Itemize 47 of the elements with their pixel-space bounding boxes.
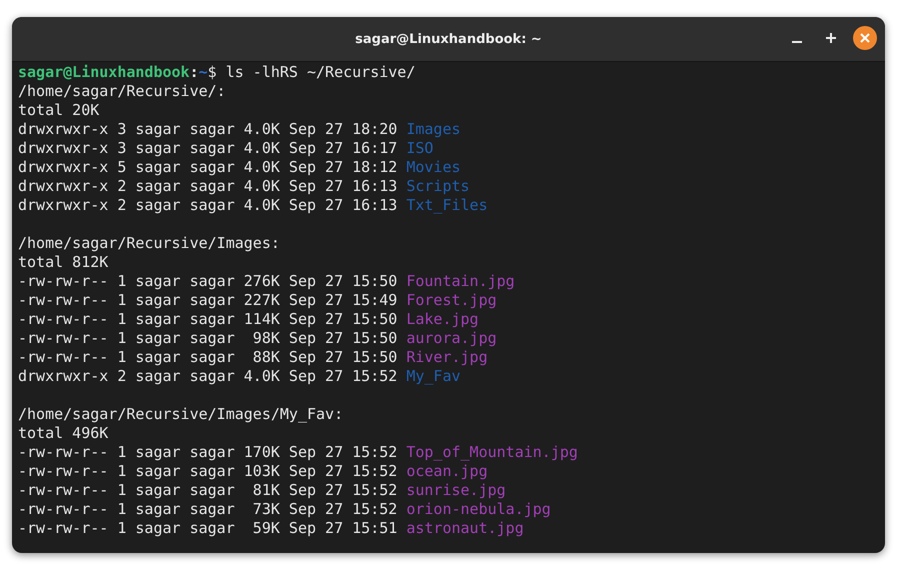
output-line: total 20K [18, 101, 100, 119]
plus-icon [826, 33, 836, 43]
output-line: /home/sagar/Recursive/Images/My_Fav: [18, 405, 344, 423]
file-name: Forest.jpg [406, 291, 497, 309]
file-details: drwxrwxr-x 3 sagar sagar 4.0K Sep 27 18:20 [18, 120, 398, 138]
directory-name: Images [406, 120, 461, 138]
directory-name: Scripts [406, 177, 470, 195]
file-details: -rw-rw-r-- 1 sagar sagar 227K Sep 27 15:49 [18, 291, 398, 309]
file-details: drwxrwxr-x 5 sagar sagar 4.0K Sep 27 18:12 [18, 158, 398, 176]
output-line: /home/sagar/Recursive/: [18, 82, 226, 100]
directory-name: Txt_Files [406, 196, 488, 214]
directory-name: ISO [406, 139, 434, 157]
prompt-path: ~ [198, 63, 208, 81]
close-icon [860, 33, 870, 43]
file-details: drwxrwxr-x 2 sagar sagar 4.0K Sep 27 15:52 [18, 367, 398, 385]
file-details: drwxrwxr-x 2 sagar sagar 4.0K Sep 27 16:13 [18, 196, 398, 214]
file-name: astronaut.jpg [406, 519, 524, 537]
minimize-icon [792, 41, 802, 43]
prompt-separator: : [190, 63, 199, 81]
file-name: sunrise.jpg [406, 481, 506, 499]
file-details: -rw-rw-r-- 1 sagar sagar 88K Sep 27 15:50 [18, 348, 398, 366]
output-line: total 812K [18, 253, 108, 271]
file-details: drwxrwxr-x 2 sagar sagar 4.0K Sep 27 16:13 [18, 177, 398, 195]
window-title: sagar@Linuxhandbook: ~ [355, 32, 542, 46]
file-details: -rw-rw-r-- 1 sagar sagar 59K Sep 27 15:51 [18, 519, 398, 537]
file-name: Top_of_Mountain.jpg [406, 443, 578, 461]
file-details: -rw-rw-r-- 1 sagar sagar 73K Sep 27 15:52 [18, 500, 398, 518]
directory-name: Movies [406, 158, 461, 176]
file-name: aurora.jpg [406, 329, 497, 347]
command-text: $ ls -lhRS ~/Recursive/ [208, 63, 416, 81]
file-name: ocean.jpg [406, 462, 488, 480]
file-details: drwxrwxr-x 3 sagar sagar 4.0K Sep 27 16:17 [18, 139, 398, 157]
output-line: total 496K [18, 424, 108, 442]
file-details: -rw-rw-r-- 1 sagar sagar 114K Sep 27 15:50 [18, 310, 398, 328]
file-details: -rw-rw-r-- 1 sagar sagar 276K Sep 27 15:50 [18, 272, 398, 290]
output-line: /home/sagar/Recursive/Images: [18, 234, 280, 252]
file-details: -rw-rw-r-- 1 sagar sagar 81K Sep 27 15:52 [18, 481, 398, 499]
file-name: Lake.jpg [406, 310, 479, 328]
prompt-user: sagar@Linuxhandbook [18, 63, 190, 81]
file-details: -rw-rw-r-- 1 sagar sagar 103K Sep 27 15:52 [18, 462, 398, 480]
directory-name: My_Fav [406, 367, 461, 385]
file-name: River.jpg [406, 348, 488, 366]
close-button[interactable] [853, 26, 877, 50]
file-name: Fountain.jpg [406, 272, 515, 290]
file-name: orion-nebula.jpg [406, 500, 551, 518]
file-details: -rw-rw-r-- 1 sagar sagar 98K Sep 27 15:50 [18, 329, 398, 347]
file-details: -rw-rw-r-- 1 sagar sagar 170K Sep 27 15:52 [18, 443, 398, 461]
